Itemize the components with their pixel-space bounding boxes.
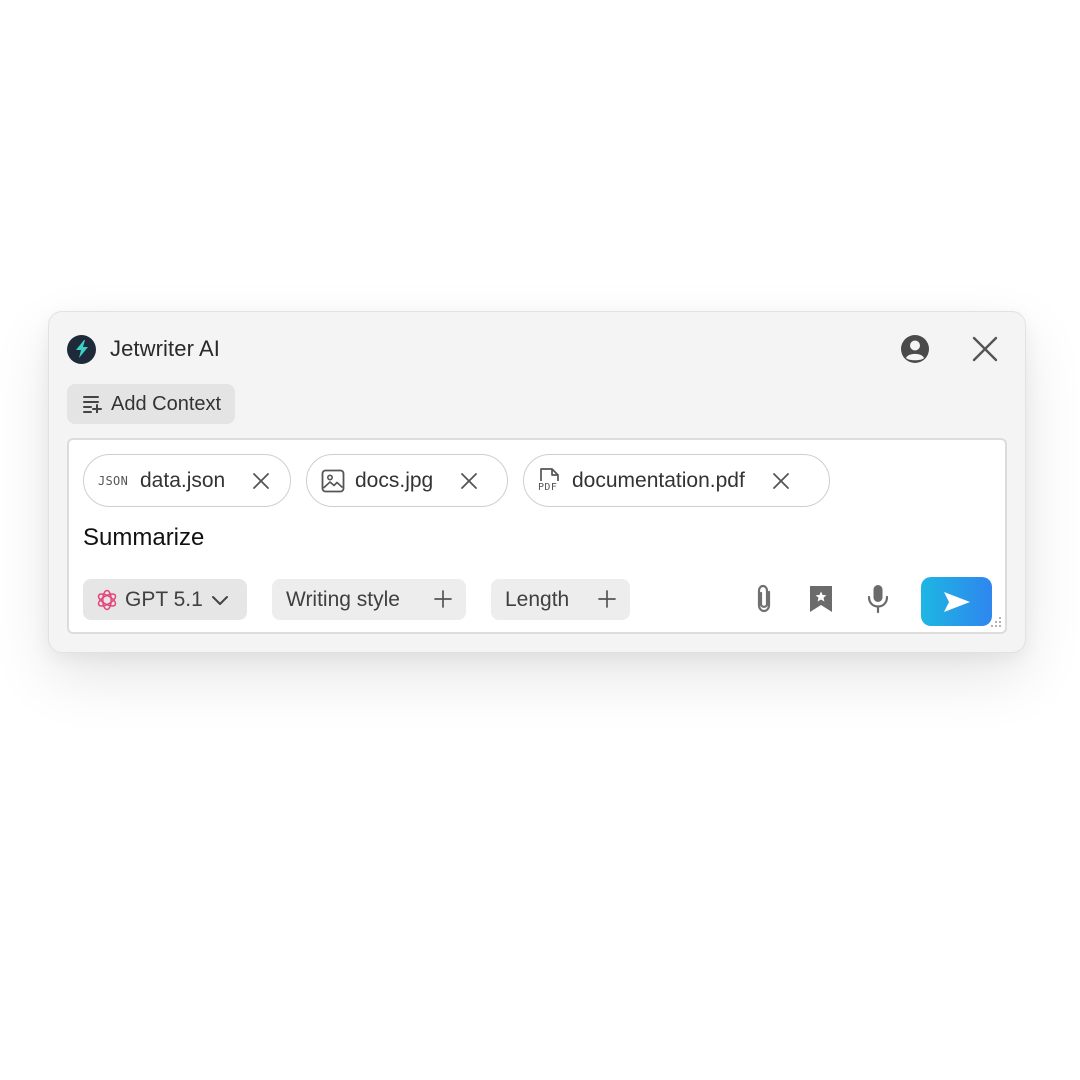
- length-button[interactable]: Length: [491, 579, 630, 620]
- attachment-name: documentation.pdf: [572, 468, 745, 492]
- json-icon: JSON: [98, 473, 129, 488]
- remove-attachment-icon[interactable]: [457, 469, 481, 493]
- send-icon: [942, 590, 972, 614]
- send-button[interactable]: [921, 577, 992, 626]
- attachment-name: data.json: [140, 468, 226, 492]
- plus-icon: [598, 590, 616, 608]
- model-label: GPT 5.1: [125, 587, 203, 611]
- panel-header: Jetwriter AI: [67, 334, 1007, 364]
- add-context-button[interactable]: Add Context: [67, 384, 236, 424]
- openai-icon: [95, 588, 119, 612]
- composer-box[interactable]: JSON data.json docs.jpg PDF documentatio…: [67, 438, 1007, 634]
- paperclip-icon[interactable]: [749, 583, 781, 615]
- plus-icon: [434, 590, 452, 608]
- app-title: Jetwriter AI: [110, 336, 221, 361]
- bolt-icon: [67, 334, 96, 364]
- microphone-icon[interactable]: [862, 583, 894, 615]
- model-selector[interactable]: GPT 5.1: [83, 579, 247, 620]
- list-add-icon: [83, 395, 103, 413]
- bookmark-star-icon[interactable]: [805, 583, 837, 615]
- account-circle-icon[interactable]: [899, 333, 931, 365]
- attachment-chip-json: JSON data.json: [83, 454, 291, 507]
- writing-style-label: Writing style: [286, 587, 400, 611]
- pdf-file-icon: PDF: [538, 467, 562, 495]
- attachment-chip-pdf: PDF documentation.pdf: [523, 454, 830, 507]
- attachment-name: docs.jpg: [355, 468, 434, 492]
- chevron-down-icon: [211, 594, 229, 606]
- writing-style-button[interactable]: Writing style: [272, 579, 466, 620]
- remove-attachment-icon[interactable]: [769, 469, 793, 493]
- attachment-chips: JSON data.json docs.jpg PDF documentatio…: [83, 454, 830, 507]
- composer-toolbar: GPT 5.1 Writing style Length: [83, 577, 993, 626]
- close-icon[interactable]: [969, 333, 1001, 365]
- pdf-tag: PDF: [538, 481, 558, 493]
- add-context-label: Add Context: [111, 392, 222, 415]
- attachment-chip-image: docs.jpg: [306, 454, 508, 507]
- image-icon: [321, 469, 345, 493]
- remove-attachment-icon[interactable]: [249, 469, 273, 493]
- jetwriter-panel: Jetwriter AI Add Context JSON data.json …: [48, 311, 1026, 653]
- prompt-text[interactable]: Summarize: [83, 524, 204, 552]
- length-label: Length: [505, 587, 570, 611]
- resize-grip-icon[interactable]: [988, 615, 1002, 629]
